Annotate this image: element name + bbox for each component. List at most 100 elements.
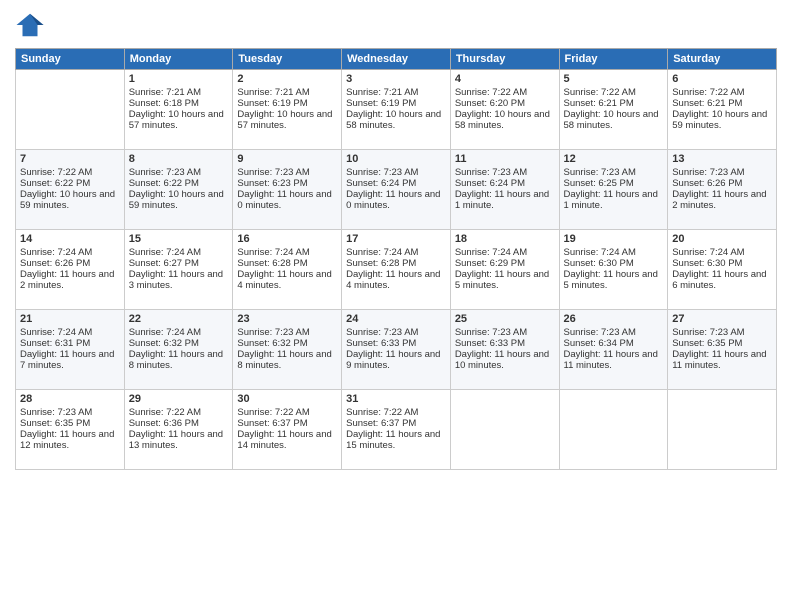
sunset-text: Sunset: 6:19 PM [346, 98, 416, 109]
sunset-text: Sunset: 6:18 PM [129, 98, 199, 109]
calendar-cell: 31 Sunrise: 7:22 AM Sunset: 6:37 PM Dayl… [342, 390, 451, 470]
sunset-text: Sunset: 6:21 PM [564, 98, 634, 109]
daylight-text: Daylight: 11 hours and 8 minutes. [129, 349, 223, 371]
day-number: 16 [237, 233, 337, 245]
calendar-cell [16, 70, 125, 150]
sunrise-text: Sunrise: 7:24 AM [346, 247, 418, 258]
day-number: 25 [455, 313, 555, 325]
week-row-2: 7 Sunrise: 7:22 AM Sunset: 6:22 PM Dayli… [16, 150, 777, 230]
daylight-text: Daylight: 11 hours and 3 minutes. [129, 269, 223, 291]
day-number: 7 [20, 153, 120, 165]
daylight-text: Daylight: 10 hours and 58 minutes. [346, 109, 441, 131]
day-header-tuesday: Tuesday [233, 49, 342, 70]
sunset-text: Sunset: 6:25 PM [564, 178, 634, 189]
sunrise-text: Sunrise: 7:24 AM [20, 327, 92, 338]
sunrise-text: Sunrise: 7:23 AM [455, 167, 527, 178]
sunrise-text: Sunrise: 7:23 AM [346, 327, 418, 338]
sunrise-text: Sunrise: 7:23 AM [564, 167, 636, 178]
sunset-text: Sunset: 6:29 PM [455, 258, 525, 269]
calendar-cell: 25 Sunrise: 7:23 AM Sunset: 6:33 PM Dayl… [450, 310, 559, 390]
header [15, 10, 777, 40]
sunset-text: Sunset: 6:31 PM [20, 338, 90, 349]
day-number: 30 [237, 393, 337, 405]
daylight-text: Daylight: 11 hours and 0 minutes. [237, 189, 331, 211]
day-header-sunday: Sunday [16, 49, 125, 70]
sunset-text: Sunset: 6:21 PM [672, 98, 742, 109]
calendar-cell: 29 Sunrise: 7:22 AM Sunset: 6:36 PM Dayl… [124, 390, 233, 470]
sunset-text: Sunset: 6:22 PM [129, 178, 199, 189]
daylight-text: Daylight: 10 hours and 59 minutes. [129, 189, 224, 211]
daylight-text: Daylight: 11 hours and 2 minutes. [20, 269, 114, 291]
day-number: 1 [129, 73, 229, 85]
sunrise-text: Sunrise: 7:24 AM [20, 247, 92, 258]
calendar-cell: 10 Sunrise: 7:23 AM Sunset: 6:24 PM Dayl… [342, 150, 451, 230]
daylight-text: Daylight: 11 hours and 5 minutes. [455, 269, 549, 291]
daylight-text: Daylight: 10 hours and 59 minutes. [20, 189, 115, 211]
calendar-cell [668, 390, 777, 470]
day-number: 18 [455, 233, 555, 245]
day-number: 6 [672, 73, 772, 85]
calendar-cell: 12 Sunrise: 7:23 AM Sunset: 6:25 PM Dayl… [559, 150, 668, 230]
sunset-text: Sunset: 6:35 PM [672, 338, 742, 349]
sunset-text: Sunset: 6:27 PM [129, 258, 199, 269]
sunrise-text: Sunrise: 7:23 AM [455, 327, 527, 338]
daylight-text: Daylight: 11 hours and 0 minutes. [346, 189, 440, 211]
calendar-cell: 23 Sunrise: 7:23 AM Sunset: 6:32 PM Dayl… [233, 310, 342, 390]
calendar-cell: 5 Sunrise: 7:22 AM Sunset: 6:21 PM Dayli… [559, 70, 668, 150]
sunrise-text: Sunrise: 7:23 AM [237, 327, 309, 338]
day-number: 5 [564, 73, 664, 85]
day-number: 15 [129, 233, 229, 245]
day-number: 21 [20, 313, 120, 325]
daylight-text: Daylight: 11 hours and 4 minutes. [237, 269, 331, 291]
daylight-text: Daylight: 11 hours and 15 minutes. [346, 429, 440, 451]
sunset-text: Sunset: 6:20 PM [455, 98, 525, 109]
sunset-text: Sunset: 6:23 PM [237, 178, 307, 189]
daylight-text: Daylight: 11 hours and 2 minutes. [672, 189, 766, 211]
day-number: 24 [346, 313, 446, 325]
sunrise-text: Sunrise: 7:22 AM [346, 407, 418, 418]
sunrise-text: Sunrise: 7:23 AM [672, 167, 744, 178]
sunset-text: Sunset: 6:37 PM [237, 418, 307, 429]
day-number: 19 [564, 233, 664, 245]
calendar-cell: 4 Sunrise: 7:22 AM Sunset: 6:20 PM Dayli… [450, 70, 559, 150]
sunrise-text: Sunrise: 7:22 AM [129, 407, 201, 418]
sunset-text: Sunset: 6:33 PM [455, 338, 525, 349]
calendar-cell: 13 Sunrise: 7:23 AM Sunset: 6:26 PM Dayl… [668, 150, 777, 230]
daylight-text: Daylight: 11 hours and 7 minutes. [20, 349, 114, 371]
sunrise-text: Sunrise: 7:21 AM [129, 87, 201, 98]
calendar-cell: 15 Sunrise: 7:24 AM Sunset: 6:27 PM Dayl… [124, 230, 233, 310]
sunrise-text: Sunrise: 7:23 AM [129, 167, 201, 178]
sunset-text: Sunset: 6:30 PM [672, 258, 742, 269]
sunset-text: Sunset: 6:24 PM [455, 178, 525, 189]
day-number: 27 [672, 313, 772, 325]
sunrise-text: Sunrise: 7:21 AM [237, 87, 309, 98]
sunrise-text: Sunrise: 7:24 AM [564, 247, 636, 258]
calendar-cell: 22 Sunrise: 7:24 AM Sunset: 6:32 PM Dayl… [124, 310, 233, 390]
day-number: 31 [346, 393, 446, 405]
daylight-text: Daylight: 10 hours and 57 minutes. [237, 109, 332, 131]
calendar-cell: 11 Sunrise: 7:23 AM Sunset: 6:24 PM Dayl… [450, 150, 559, 230]
daylight-text: Daylight: 11 hours and 14 minutes. [237, 429, 331, 451]
sunrise-text: Sunrise: 7:23 AM [672, 327, 744, 338]
sunrise-text: Sunrise: 7:24 AM [237, 247, 309, 258]
sunrise-text: Sunrise: 7:24 AM [672, 247, 744, 258]
week-row-1: 1 Sunrise: 7:21 AM Sunset: 6:18 PM Dayli… [16, 70, 777, 150]
sunset-text: Sunset: 6:26 PM [20, 258, 90, 269]
week-row-4: 21 Sunrise: 7:24 AM Sunset: 6:31 PM Dayl… [16, 310, 777, 390]
calendar-cell: 17 Sunrise: 7:24 AM Sunset: 6:28 PM Dayl… [342, 230, 451, 310]
sunrise-text: Sunrise: 7:24 AM [129, 247, 201, 258]
daylight-text: Daylight: 11 hours and 4 minutes. [346, 269, 440, 291]
sunset-text: Sunset: 6:37 PM [346, 418, 416, 429]
calendar-cell: 30 Sunrise: 7:22 AM Sunset: 6:37 PM Dayl… [233, 390, 342, 470]
sunrise-text: Sunrise: 7:23 AM [237, 167, 309, 178]
calendar-cell: 1 Sunrise: 7:21 AM Sunset: 6:18 PM Dayli… [124, 70, 233, 150]
daylight-text: Daylight: 11 hours and 9 minutes. [346, 349, 440, 371]
calendar-cell: 28 Sunrise: 7:23 AM Sunset: 6:35 PM Dayl… [16, 390, 125, 470]
calendar-cell: 14 Sunrise: 7:24 AM Sunset: 6:26 PM Dayl… [16, 230, 125, 310]
daylight-text: Daylight: 10 hours and 59 minutes. [672, 109, 767, 131]
calendar-cell: 3 Sunrise: 7:21 AM Sunset: 6:19 PM Dayli… [342, 70, 451, 150]
day-number: 10 [346, 153, 446, 165]
day-number: 23 [237, 313, 337, 325]
sunrise-text: Sunrise: 7:21 AM [346, 87, 418, 98]
day-number: 4 [455, 73, 555, 85]
